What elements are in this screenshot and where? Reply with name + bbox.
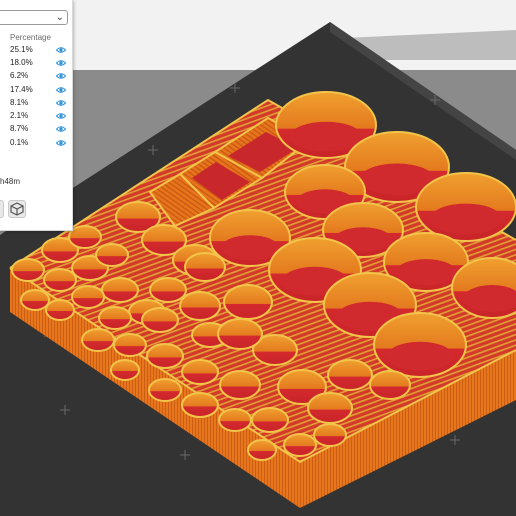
eye-icon[interactable] — [56, 138, 66, 148]
hole — [181, 392, 219, 418]
hole-floor — [395, 259, 457, 286]
legend-value: 17.4% — [10, 85, 33, 94]
hole — [247, 439, 277, 461]
hole — [219, 370, 261, 400]
percentage-header: Percentage — [10, 33, 51, 42]
cube-view-button[interactable] — [8, 200, 26, 218]
hole — [223, 284, 273, 320]
hole-floor — [430, 203, 502, 235]
legend-value: 18.0% — [10, 58, 33, 67]
legend-value: 25.1% — [10, 45, 33, 54]
cube-icon — [10, 202, 24, 216]
eye-icon[interactable] — [56, 58, 66, 68]
hole-floor — [221, 235, 279, 261]
hole — [71, 285, 105, 309]
view-button[interactable] — [0, 200, 4, 218]
legend-row: 18.0% — [10, 57, 68, 69]
hole — [110, 359, 140, 381]
legend-value: 0.1% — [10, 138, 29, 147]
hole — [218, 408, 252, 432]
legend-row: 17.4% — [10, 84, 68, 96]
hole — [141, 307, 179, 333]
hole — [146, 343, 184, 369]
legend-row: 6.2% — [10, 70, 68, 82]
hole — [11, 258, 45, 282]
hole — [251, 407, 289, 433]
eye-icon[interactable] — [56, 98, 66, 108]
hole — [101, 277, 139, 303]
hole — [45, 299, 75, 321]
hole — [20, 289, 50, 311]
eye-icon[interactable] — [56, 85, 66, 95]
eye-icon[interactable] — [56, 111, 66, 121]
hole — [68, 225, 102, 249]
hole — [98, 306, 132, 330]
estimated-print-time: h48m — [0, 177, 21, 186]
hole — [43, 268, 77, 292]
legend-row: 8.1% — [10, 97, 68, 109]
hole — [313, 423, 347, 447]
legend-value: 8.7% — [10, 124, 29, 133]
legend-value: 2.1% — [10, 111, 29, 120]
chevron-down-icon[interactable]: ⌄ — [56, 12, 64, 24]
eye-icon[interactable] — [56, 71, 66, 81]
hole — [307, 392, 353, 424]
hole — [217, 318, 263, 350]
hole — [327, 359, 373, 391]
hole — [95, 243, 129, 267]
eye-icon[interactable] — [56, 45, 66, 55]
hole-floor — [290, 121, 362, 152]
hole — [149, 277, 187, 303]
hole — [179, 291, 221, 321]
view-type-dropdown[interactable]: ⌄ — [0, 10, 68, 25]
hole — [184, 252, 226, 282]
legend-row: 8.7% — [10, 123, 68, 135]
legend-row: 0.1% — [10, 137, 68, 149]
legend-panel: ⌄ Percentage 25.1% 18.0% 6.2% 17.4% 8.1%… — [0, 0, 73, 231]
hole — [148, 378, 182, 402]
legend-row: 25.1% — [10, 44, 68, 56]
3d-preview-viewport[interactable] — [0, 0, 516, 516]
legend-value: 8.1% — [10, 98, 29, 107]
hole — [181, 359, 219, 385]
eye-icon[interactable] — [56, 124, 66, 134]
hole-floor — [386, 341, 454, 371]
hole — [81, 328, 115, 352]
legend-value: 6.2% — [10, 71, 29, 80]
hole — [113, 333, 147, 357]
hole — [283, 433, 317, 457]
legend-row: 2.1% — [10, 110, 68, 122]
hole — [369, 370, 411, 400]
